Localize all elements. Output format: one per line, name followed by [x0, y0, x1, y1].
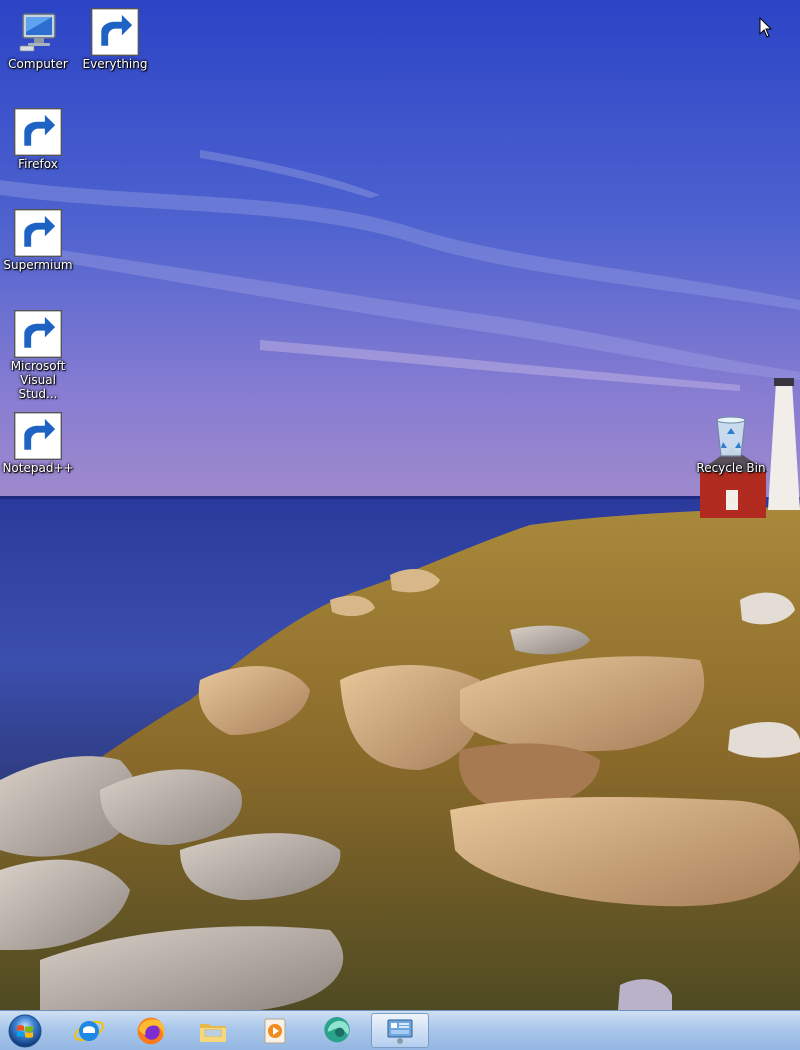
shortcut-arrow-icon	[14, 108, 62, 156]
desktop-icon-label: Supermium	[3, 258, 73, 272]
taskbar-button-supermium[interactable]	[310, 1013, 364, 1048]
mouse-cursor-icon	[759, 17, 773, 38]
firefox-icon	[137, 1017, 165, 1044]
desktop-icon-label: Microsoft Visual Stud...	[10, 359, 66, 401]
desktop-icon-label: Firefox	[18, 157, 58, 171]
windows-start-orb-icon	[8, 1014, 42, 1048]
computer-icon	[19, 13, 56, 52]
taskbar-button-control-panel[interactable]	[371, 1013, 429, 1048]
desktop-icon-label: Notepad++	[2, 461, 74, 475]
internet-explorer-icon	[74, 1020, 104, 1041]
shortcut-arrow-icon	[91, 8, 139, 56]
taskbar	[0, 1010, 800, 1050]
desktop-icon-notepad-plus-plus[interactable]: Notepad++	[0, 412, 76, 475]
shortcut-arrow-icon	[14, 310, 62, 358]
desktop[interactable]: Computer Everything Firefox Supermium Mi…	[0, 0, 800, 1050]
taskbar-button-firefox[interactable]	[124, 1013, 178, 1048]
desktop-icon-computer[interactable]: Computer	[0, 8, 76, 71]
start-button[interactable]	[6, 1014, 44, 1048]
taskbar-button-file-explorer[interactable]	[186, 1013, 240, 1048]
desktop-icon-everything[interactable]: Everything	[77, 8, 153, 71]
media-player-icon	[264, 1018, 286, 1043]
shortcut-arrow-icon	[14, 412, 62, 460]
desktop-wallpaper	[0, 0, 800, 1010]
desktop-icon-label: Everything	[82, 57, 148, 71]
desktop-icon-label: Recycle Bin	[696, 461, 766, 475]
supermium-icon	[324, 1016, 350, 1042]
taskbar-button-internet-explorer[interactable]	[62, 1013, 116, 1048]
file-explorer-icon	[200, 1023, 226, 1042]
desktop-icon-firefox[interactable]: Firefox	[0, 108, 76, 171]
taskbar-button-media-player[interactable]	[248, 1013, 302, 1048]
desktop-icon-visual-studio[interactable]: Microsoft Visual Stud...	[0, 310, 76, 401]
desktop-icon-recycle-bin[interactable]: Recycle Bin	[693, 412, 769, 475]
control-panel-icon	[387, 1019, 413, 1044]
shortcut-arrow-icon	[14, 209, 62, 257]
recycle-bin-icon	[716, 416, 746, 457]
desktop-icon-label: Computer	[8, 57, 68, 71]
desktop-icon-supermium[interactable]: Supermium	[0, 209, 76, 272]
